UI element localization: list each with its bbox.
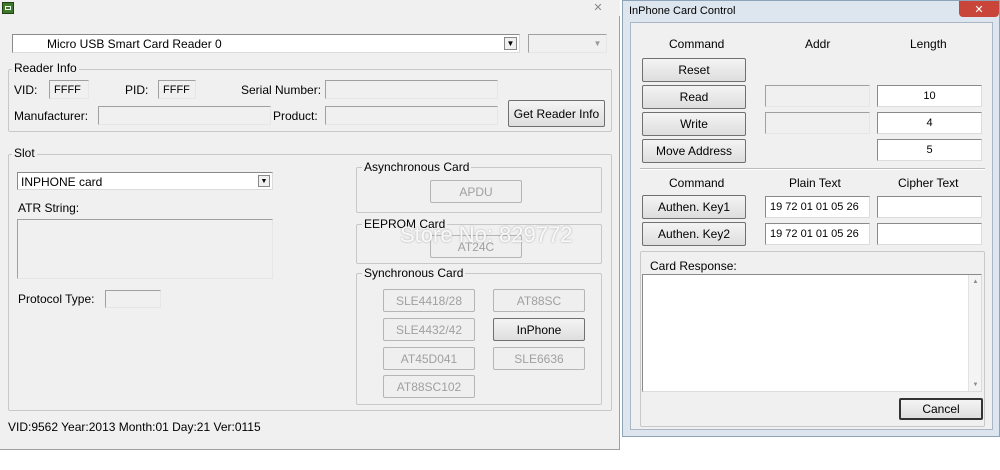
reader-select[interactable]: Micro USB Smart Card Reader 0 ▼: [12, 34, 520, 53]
cancel-button[interactable]: Cancel: [899, 398, 983, 420]
status-bar-text: VID:9562 Year:2013 Month:01 Day:21 Ver:0…: [8, 420, 261, 434]
async-card-legend: Asynchronous Card: [362, 160, 472, 174]
key1-cipher-text-field[interactable]: [877, 196, 982, 218]
manufacturer-field: [98, 106, 271, 125]
pid-field: FFFF: [158, 80, 196, 99]
write-addr-field[interactable]: [765, 112, 870, 134]
card-response-label: Card Response:: [650, 259, 737, 273]
close-icon: ✕: [974, 3, 984, 16]
move-address-button[interactable]: Move Address: [642, 139, 746, 163]
protocol-type-label: Protocol Type:: [18, 292, 95, 306]
serial-number-field: [325, 80, 498, 99]
at88sc-button[interactable]: AT88SC: [493, 289, 585, 312]
write-length-field[interactable]: 4: [877, 112, 982, 134]
close-icon: ✕: [593, 1, 603, 14]
product-field: [325, 106, 498, 125]
vid-field: FFFF: [49, 80, 89, 99]
dialog-title: InPhone Card Control: [629, 5, 736, 17]
card-type-select-value: INPHONE card: [21, 175, 103, 189]
card-type-select[interactable]: INPHONE card ▼: [17, 172, 273, 190]
key1-plain-text-field[interactable]: 19 72 01 01 05 26: [765, 196, 870, 218]
get-reader-info-button[interactable]: Get Reader Info: [508, 100, 605, 127]
pid-label: PID:: [125, 83, 149, 97]
read-length-field[interactable]: 10: [877, 85, 982, 107]
section-divider: [640, 168, 985, 170]
inphone-button[interactable]: InPhone: [493, 318, 585, 341]
auth-command-header: Command: [669, 176, 725, 190]
app-icon: [2, 2, 14, 14]
read-button[interactable]: Read: [642, 85, 746, 109]
chevron-down-icon: ▼: [504, 37, 517, 50]
write-button[interactable]: Write: [642, 112, 746, 136]
authen-key2-button[interactable]: Authen. Key2: [642, 222, 746, 246]
slot-legend: Slot: [12, 146, 37, 160]
authen-key1-button[interactable]: Authen. Key1: [642, 195, 746, 219]
reader-info-legend: Reader Info: [12, 61, 79, 75]
dialog-client: Command Addr Length Reset Read 10 Write …: [630, 22, 993, 430]
atr-string-label: ATR String:: [18, 201, 80, 215]
sle6636-button[interactable]: SLE6636: [493, 347, 585, 370]
plain-text-header: Plain Text: [789, 176, 841, 190]
reader-select-value: Micro USB Smart Card Reader 0: [47, 37, 222, 51]
store-watermark: Store No: 829772: [400, 222, 573, 247]
main-title-bar: ✕: [0, 0, 620, 16]
chevron-down-icon: ▼: [593, 39, 602, 48]
chevron-down-icon: ▼: [258, 175, 270, 187]
apdu-button[interactable]: APDU: [430, 180, 522, 203]
read-addr-field[interactable]: [765, 85, 870, 107]
response-scrollbar[interactable]: ▲ ▼: [968, 275, 981, 391]
scroll-down-icon[interactable]: ▼: [969, 379, 982, 390]
scroll-up-icon[interactable]: ▲: [969, 276, 982, 287]
addr-header: Addr: [805, 37, 831, 51]
serial-number-label: Serial Number:: [241, 83, 322, 97]
dialog-close-button[interactable]: ✕: [959, 1, 999, 17]
sle4432-button[interactable]: SLE4432/42: [383, 318, 475, 341]
length-header: Length: [910, 37, 947, 51]
atr-string-field: [17, 219, 273, 279]
cipher-text-header: Cipher Text: [898, 176, 959, 190]
vid-label: VID:: [14, 83, 38, 97]
sle4418-button[interactable]: SLE4418/28: [383, 289, 475, 312]
reset-button[interactable]: Reset: [642, 58, 746, 82]
sync-card-legend: Synchronous Card: [362, 266, 466, 280]
card-response-textarea[interactable]: ▲ ▼: [642, 274, 982, 392]
command-header: Command: [669, 37, 725, 51]
product-label: Product:: [273, 109, 318, 123]
move-length-field[interactable]: 5: [877, 139, 982, 161]
key2-plain-text-field[interactable]: 19 72 01 01 05 26: [765, 223, 870, 245]
secondary-select[interactable]: ▼: [528, 34, 607, 53]
at45d041-button[interactable]: AT45D041: [383, 347, 475, 370]
inphone-dialog: InPhone Card Control ✕ Command Addr Leng…: [622, 0, 1000, 437]
key2-cipher-text-field[interactable]: [877, 223, 982, 245]
protocol-type-field: [105, 290, 161, 308]
main-close-button[interactable]: ✕: [578, 0, 618, 14]
at88sc102-button[interactable]: AT88SC102: [383, 375, 475, 398]
manufacturer-label: Manufacturer:: [14, 109, 89, 123]
